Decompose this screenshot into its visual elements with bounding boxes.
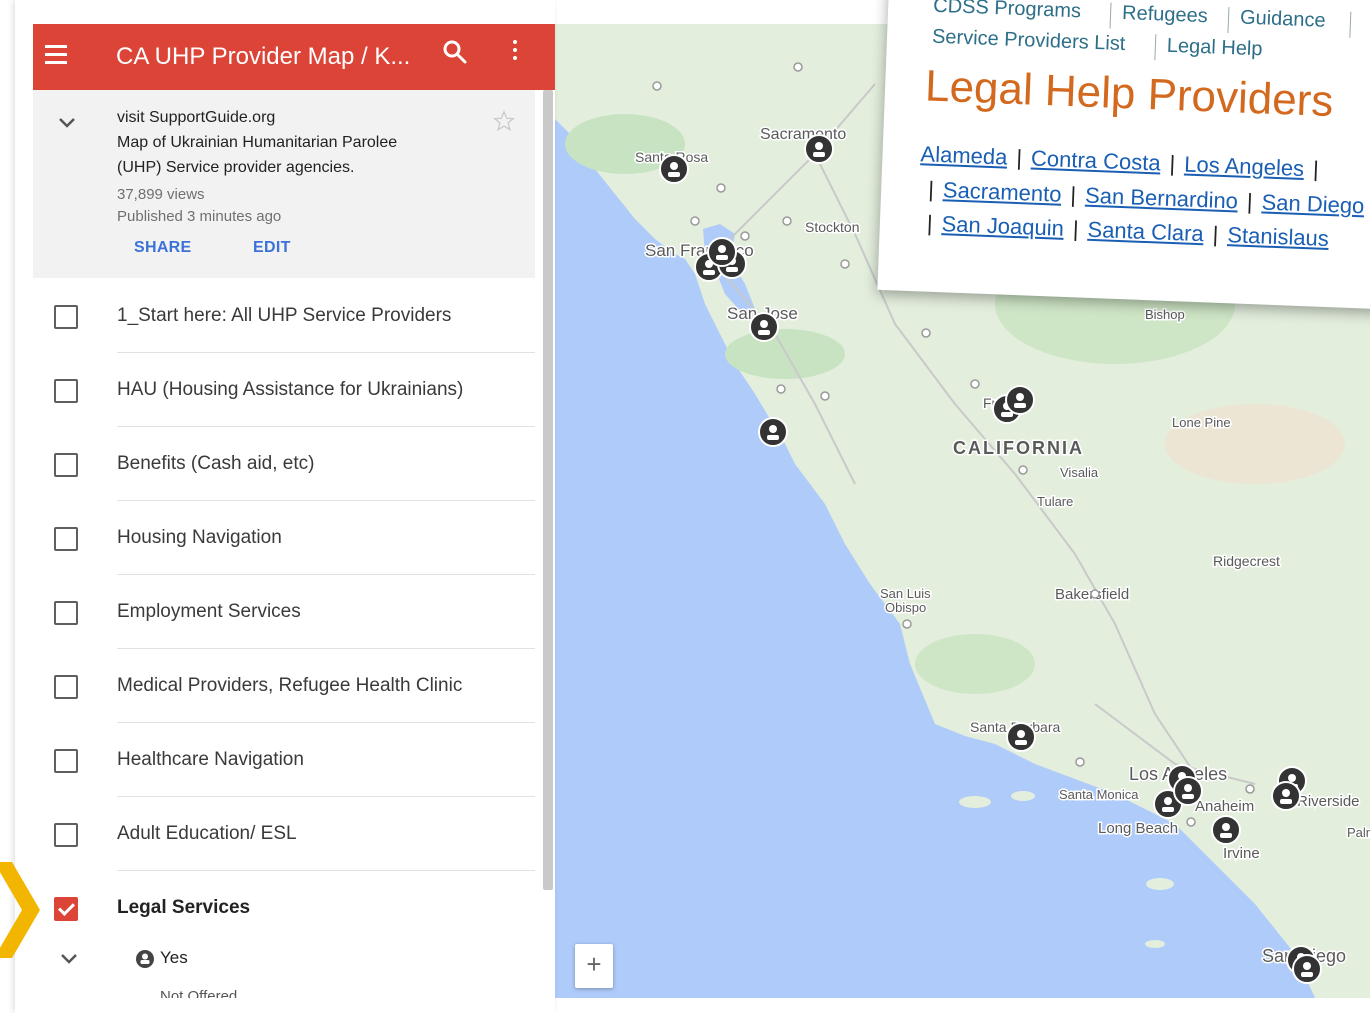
published-time: Published 3 minutes ago [117, 208, 282, 225]
legend-yes: Yes [160, 948, 188, 967]
layer-employment[interactable]: Employment Services [33, 575, 535, 649]
label-ridgecrest: Ridgecrest [1213, 553, 1280, 569]
label-long-beach: Long Beach [1098, 820, 1178, 837]
nav-refugees[interactable]: Refugees [1122, 2, 1208, 28]
layer-label: Housing Navigation [117, 527, 282, 548]
forest [725, 329, 845, 379]
star-icon[interactable] [493, 110, 515, 132]
label-california: CALIFORNIA [953, 438, 1084, 458]
layer-medical[interactable]: Medical Providers, Refugee Health Clinic [33, 649, 535, 723]
map-title: CA UHP Provider Map / K... [116, 43, 411, 70]
island [1011, 791, 1035, 801]
link-los-angeles[interactable]: Los Angeles [1184, 151, 1305, 181]
county-links-row-1: Alameda | Contra Costa | Los Angeles | [920, 141, 1320, 182]
label-anaheim: Anaheim [1195, 798, 1254, 815]
link-san-diego[interactable]: San Diego [1261, 189, 1365, 218]
link-stanislaus[interactable]: Stanislaus [1227, 222, 1329, 251]
share-button[interactable]: SHARE [134, 239, 192, 257]
layer-legal-services[interactable]: Legal Services [33, 871, 535, 945]
label-bishop: Bishop [1145, 307, 1185, 322]
highlight-arrow-icon [0, 862, 40, 958]
link-san-bernardino[interactable]: San Bernardino [1085, 183, 1239, 214]
label-san-luis: San Luis [880, 586, 931, 601]
info-line-3: (UHP) Service provider agencies. [117, 159, 355, 176]
layers-panel: CA UHP Provider Map / K... visit Support… [15, 0, 555, 1013]
forest [915, 634, 1035, 694]
layer-checkbox[interactable] [54, 823, 78, 847]
legal-help-card: CDSS Programs Refugees Guidance Service … [877, 0, 1370, 310]
link-san-joaquin[interactable]: San Joaquin [941, 211, 1064, 241]
view-count: 37,899 views [117, 186, 205, 203]
layer-label: Employment Services [117, 601, 301, 622]
layer-label: Adult Education/ ESL [117, 823, 297, 844]
link-alameda[interactable]: Alameda [920, 141, 1008, 169]
label-tulare: Tulare [1037, 494, 1073, 509]
layer-housing-navigation[interactable]: Housing Navigation [33, 501, 535, 575]
top-bar: CA UHP Provider Map / K... [33, 24, 555, 90]
layer-hau[interactable]: HAU (Housing Assistance for Ukrainians) [33, 353, 535, 427]
layer-label: Medical Providers, Refugee Health Clinic [117, 675, 463, 696]
card-heading: Legal Help Providers [924, 61, 1335, 127]
layer-label: HAU (Housing Assistance for Ukrainians) [117, 379, 464, 400]
layer-checkbox[interactable] [54, 453, 78, 477]
layer-benefits[interactable]: Benefits (Cash aid, etc) [33, 427, 535, 501]
layer-checkbox[interactable] [54, 379, 78, 403]
info-line-1: visit SupportGuide.org [117, 109, 276, 126]
label-stockton: Stockton [805, 219, 859, 235]
label-lone-pine: Lone Pine [1172, 415, 1231, 430]
menu-icon[interactable] [45, 45, 67, 69]
layer-checkbox[interactable] [54, 601, 78, 625]
nav-guidance[interactable]: Guidance [1240, 6, 1326, 32]
label-irvine: Irvine [1223, 845, 1260, 862]
layer-healthcare-navigation[interactable]: Healthcare Navigation [33, 723, 535, 797]
map-info: visit SupportGuide.org Map of Ukrainian … [33, 90, 535, 278]
island [1145, 940, 1165, 948]
nav-service-providers-list[interactable]: Service Providers List [932, 26, 1126, 56]
label-riverside: Riverside [1297, 793, 1360, 810]
panel-scrollbar[interactable] [543, 90, 553, 890]
layer-start-here[interactable]: 1_Start here: All UHP Service Providers [33, 279, 535, 353]
nav-legal-help[interactable]: Legal Help [1166, 35, 1262, 62]
layer-label: Legal Services [117, 897, 251, 918]
layer-checkbox[interactable] [54, 527, 78, 551]
chevron-down-icon[interactable] [59, 952, 79, 966]
county-links-row-3: | San Joaquin | Santa Clara | Stanislaus [926, 210, 1330, 252]
label-santa-monica: Santa Monica [1059, 787, 1139, 802]
layer-label: 1_Start here: All UHP Service Providers [117, 305, 452, 326]
nav-cdss-programs[interactable]: CDSS Programs [933, 0, 1082, 23]
edit-button[interactable]: EDIT [253, 239, 291, 257]
label-visalia: Visalia [1060, 465, 1099, 480]
more-vert-icon[interactable] [511, 40, 519, 68]
zoom-in-button[interactable]: + [575, 944, 613, 988]
legal-marker-icon [136, 950, 154, 968]
legend-not-offered: Not Offered [160, 988, 238, 998]
island [1146, 878, 1174, 890]
layer-adult-education[interactable]: Adult Education/ ESL [33, 797, 535, 871]
layer-checkbox[interactable] [54, 749, 78, 773]
info-line-2: Map of Ukrainian Humanitarian Parolee [117, 134, 398, 151]
label-sacramento: Sacramento [760, 126, 846, 143]
search-icon[interactable] [441, 38, 469, 66]
layer-checkbox-checked[interactable] [54, 897, 78, 921]
layer-checkbox[interactable] [54, 675, 78, 699]
layer-label: Benefits (Cash aid, etc) [117, 453, 315, 474]
chevron-down-icon[interactable] [57, 116, 77, 130]
layer-checkbox[interactable] [54, 305, 78, 329]
link-sacramento[interactable]: Sacramento [942, 177, 1061, 207]
link-santa-clara[interactable]: Santa Clara [1087, 217, 1204, 246]
island [959, 796, 991, 808]
label-obispo: Obispo [885, 600, 926, 615]
link-contra-costa[interactable]: Contra Costa [1031, 146, 1161, 176]
layer-label: Healthcare Navigation [117, 749, 304, 770]
label-palm: Palm [1347, 825, 1370, 840]
